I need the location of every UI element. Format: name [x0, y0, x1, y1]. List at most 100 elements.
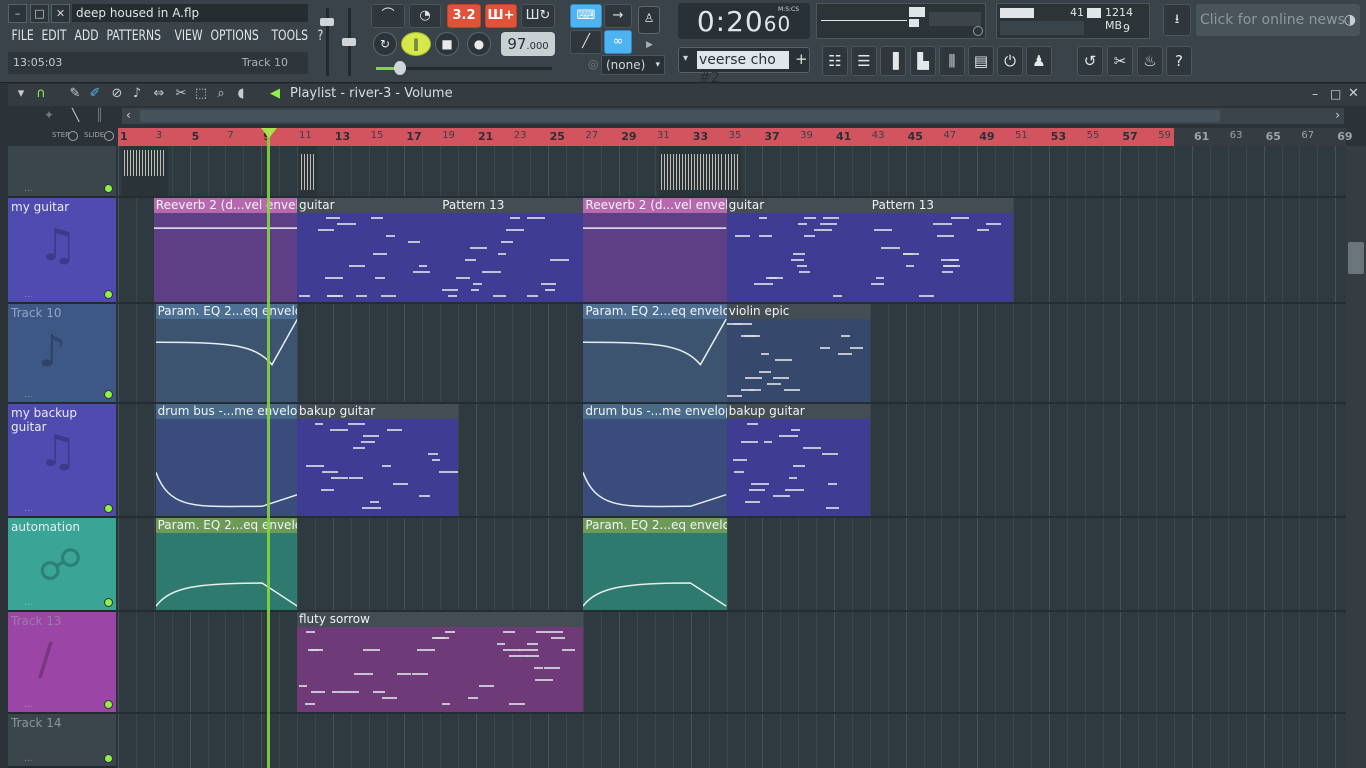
cut-tools-icon[interactable]: ✂ [1107, 46, 1133, 76]
browser-icon[interactable]: ▙ [910, 46, 936, 76]
track-mute-dot[interactable] [104, 754, 113, 763]
track-mute-dot[interactable] [104, 290, 113, 299]
pattern-clip[interactable]: fluty sorrow [297, 612, 584, 712]
blend-recording-icon[interactable]: ╱ [570, 30, 602, 54]
track-mute-dot[interactable] [104, 598, 113, 607]
pattern-mode-icon[interactable]: ✦ [44, 108, 54, 122]
audio-waveform-clip[interactable] [658, 146, 731, 196]
track-options-icon[interactable]: ... [24, 700, 33, 710]
slip-tool-icon[interactable]: ⇔ [152, 87, 166, 101]
delete-tool-icon[interactable]: ⊘ [110, 87, 124, 101]
project-info-icon[interactable]: ▤ [968, 46, 994, 76]
track-options-icon[interactable]: ... [24, 754, 33, 764]
track-mute-dot[interactable] [104, 390, 113, 399]
step-edit-icon[interactable]: → [604, 4, 632, 28]
playlist-grid[interactable]: Reeverb 2 (d...vel envelopeguitarPattern… [118, 146, 1346, 768]
playlist-menu-icon[interactable]: ▾ [14, 87, 28, 101]
download-icon[interactable]: ⭳ [1163, 4, 1191, 36]
menu-view[interactable]: VIEW [171, 26, 207, 46]
typing-keyboard-icon[interactable]: Ш+ [485, 4, 517, 28]
mute-tool-icon[interactable]: ♪ [130, 87, 144, 101]
clip-label[interactable]: guitar [726, 198, 870, 213]
clip-label[interactable]: bakup guitar [297, 404, 459, 419]
master-pitch-slider[interactable] [342, 38, 356, 46]
audio-waveform-clip[interactable] [298, 146, 317, 196]
timeline-ruler[interactable]: 1357911131517192123252729313335373941434… [118, 128, 1353, 146]
track-mute-dot[interactable] [104, 700, 113, 709]
clip-label[interactable]: Pattern 13 [440, 198, 584, 213]
metronome-icon[interactable]: ⌒ [371, 4, 405, 28]
record-button[interactable]: ● [467, 32, 491, 56]
track-mute-dot[interactable] [104, 504, 113, 513]
track-options-icon[interactable]: ... [24, 290, 33, 300]
clip-label[interactable]: Reeverb 2 (d...vel envelope [153, 198, 297, 213]
automation-clip[interactable]: drum bus -...me envelope [583, 404, 727, 516]
clip-label[interactable]: Param. EQ 2...eq envelope [583, 518, 727, 533]
automation-clip[interactable]: Reeverb 2 (d...vel envelope [153, 198, 297, 302]
track-header[interactable]: my guitar ♫... [8, 198, 116, 304]
track-name[interactable]: automation [11, 520, 80, 534]
close-button[interactable]: ✕ [51, 4, 70, 23]
clip-label[interactable]: fluty sorrow [297, 612, 584, 627]
automation-clip[interactable]: Param. EQ 2...eq envelope [583, 304, 727, 402]
track-options-icon[interactable]: ... [24, 390, 33, 400]
pattern-clip[interactable]: bakup guitar [297, 404, 459, 516]
automation-clip[interactable]: Param. EQ 2...eq envelope [155, 518, 297, 610]
playhead-marker-icon[interactable] [261, 128, 277, 138]
master-volume-slider[interactable] [320, 18, 334, 26]
playhead[interactable] [267, 128, 270, 768]
undo-icon[interactable]: ↺ [1077, 46, 1103, 76]
menu-patterns[interactable]: PATTERNS [103, 26, 165, 46]
scroll-right-icon[interactable]: › [1335, 108, 1340, 122]
horizontal-scroll-thumb[interactable] [140, 110, 1220, 122]
automation-clip[interactable]: Param. EQ 2...eq envelope [583, 518, 727, 610]
stop-button[interactable]: ■ [435, 32, 459, 56]
wait-record-icon[interactable]: ◔ [409, 4, 441, 28]
paint-tool-icon[interactable]: ✐ [88, 87, 102, 101]
link-icon[interactable]: ∞ [604, 30, 632, 54]
playlist-window-icon[interactable]: ☷ [822, 46, 848, 76]
pattern-clip[interactable]: violin epic [726, 304, 870, 402]
pattern-mode-button[interactable]: 3.2 [447, 4, 481, 28]
track-options-icon[interactable]: ... [24, 598, 33, 608]
menu-tools[interactable]: TOOLS [268, 26, 312, 46]
menu-edit[interactable]: EDIT [38, 26, 71, 46]
pattern-clip[interactable]: bakup guitar [726, 404, 870, 516]
pause-button[interactable]: ‖ [401, 32, 431, 56]
pattern-clip[interactable]: guitar [726, 198, 870, 302]
add-pattern-button[interactable]: + [795, 50, 808, 68]
playlist-close-icon[interactable]: ✕ [1348, 86, 1359, 101]
track-header[interactable]: Track 14... [8, 714, 116, 768]
menu-file[interactable]: FILE [8, 26, 38, 46]
playlist-title[interactable]: Playlist - river-3 - Volume [290, 84, 453, 104]
song-position-knob[interactable] [394, 61, 406, 75]
clip-label[interactable]: Param. EQ 2...eq envelope [155, 518, 297, 533]
typing-keyboard-to-piano-icon[interactable]: ⌨ [570, 4, 602, 28]
track-name[interactable]: Track 10 [11, 306, 61, 320]
playback-tool-icon[interactable]: ◖ [234, 87, 248, 101]
track-name[interactable]: my guitar [11, 200, 69, 214]
snap-magnet-icon[interactable]: ∩ [34, 87, 48, 101]
slide-toggle[interactable] [104, 131, 114, 141]
menu-add[interactable]: ADD [71, 26, 103, 46]
track-header[interactable]: Track 10 ♪... [8, 304, 116, 404]
more-arrow-icon[interactable]: ▶ [646, 40, 653, 50]
clip-label[interactable]: Reeverb 2 (d...vel envelope [583, 198, 727, 213]
restore-button[interactable]: □ [30, 4, 49, 23]
step-toggle[interactable] [68, 131, 78, 141]
clip-label[interactable]: guitar [297, 198, 441, 213]
loop-icon[interactable]: ↻ [373, 32, 397, 56]
slice-tool-icon[interactable]: ✂ [174, 87, 188, 101]
track-header[interactable]: automation ☍... [8, 518, 116, 612]
pattern-dropdown-icon[interactable]: ▾ [683, 53, 688, 64]
mixer-icon[interactable]: ⫼ [939, 46, 965, 76]
pattern-clip[interactable]: guitar [297, 198, 441, 302]
piano-mode-icon[interactable]: ║ [96, 108, 103, 122]
track-options-icon[interactable]: ... [24, 504, 33, 514]
horizontal-scrollbar[interactable]: ‹ › [122, 108, 1344, 124]
automation-clip[interactable]: Reeverb 2 (d...vel envelope [583, 198, 727, 302]
track-options-icon[interactable]: ... [24, 184, 33, 194]
clip-label[interactable]: violin epic [726, 304, 870, 319]
menu-options[interactable]: OPTIONS [207, 26, 263, 46]
pattern-selector[interactable]: ▾ veerse cho #2 + [678, 47, 810, 86]
